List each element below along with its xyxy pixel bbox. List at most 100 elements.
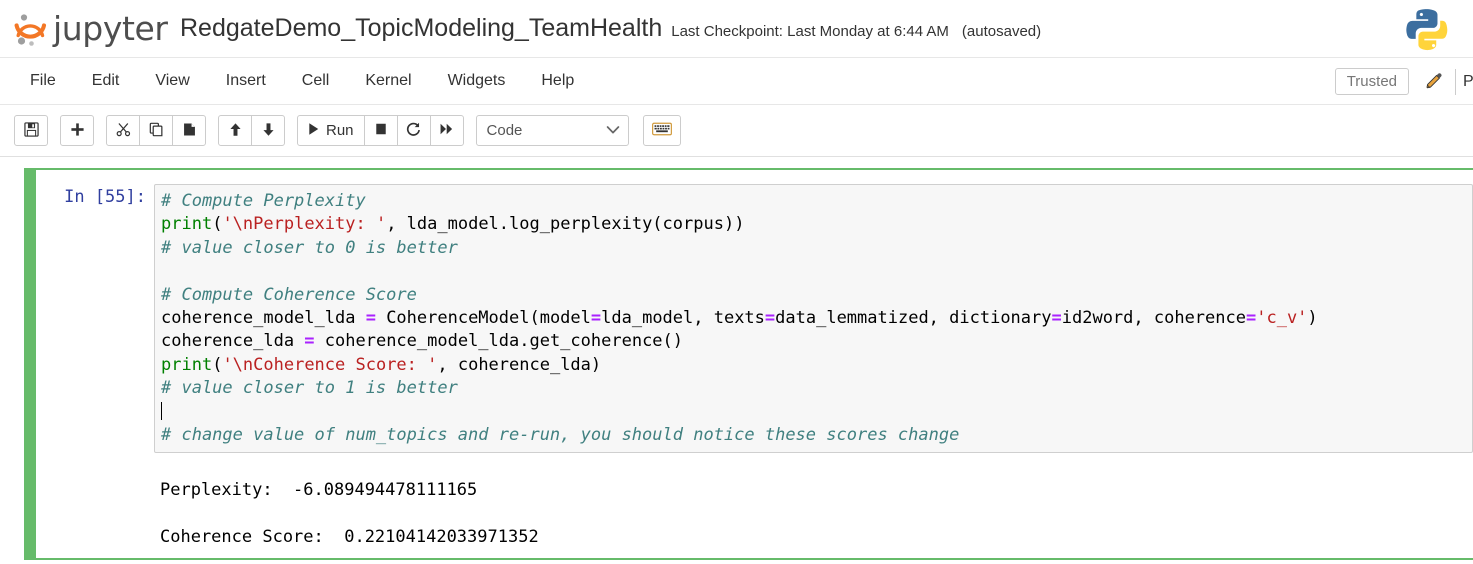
save-button[interactable] [14, 115, 48, 146]
menu-item-help[interactable]: Help [523, 66, 592, 96]
notebook-title[interactable]: RedgateDemo_TopicModeling_TeamHealth [180, 14, 662, 43]
code-line: coherence_lda = coherence_model_lda.get_… [161, 330, 1468, 353]
chevron-down-icon [606, 122, 620, 139]
code-token: CoherenceModel(model [375, 308, 591, 329]
code-line: # change value of num_topics and re-run,… [161, 424, 1468, 447]
code-line: # Compute Perplexity [161, 190, 1468, 213]
code-token: = [1245, 308, 1257, 329]
autosave-status: (autosaved) [961, 23, 1042, 40]
code-token: coherence_lda [161, 331, 305, 352]
code-token: '\nPerplexity: ' [222, 214, 387, 235]
code-token: ( [212, 354, 223, 375]
last-checkpoint-text: Last Checkpoint: Last Monday at 6:44 AM [671, 23, 949, 40]
code-token: print [161, 354, 213, 375]
code-token: , coherence_lda) [437, 354, 602, 375]
keyboard-icon [651, 122, 672, 139]
code-token: = [590, 308, 602, 329]
menu-bar: File Edit View Insert Cell Kernel Widget… [0, 58, 1473, 105]
move-cell-down-button[interactable] [251, 115, 285, 146]
code-line: # Compute Coherence Score [161, 284, 1468, 307]
paste-cells-button[interactable] [172, 115, 206, 146]
cell-type-value: Code [486, 122, 523, 139]
notebook-header: jupyter RedgateDemo_TopicModeling_TeamHe… [0, 0, 1473, 58]
code-token: = [1051, 308, 1062, 329]
jupyter-logo-icon [14, 11, 48, 47]
code-token: data_lemmatized, dictionary [775, 308, 1052, 329]
restart-kernel-button[interactable] [396, 115, 431, 146]
menu-item-widgets[interactable]: Widgets [430, 66, 524, 96]
menu-item-view[interactable]: View [137, 66, 207, 96]
fast-forward-icon [439, 122, 454, 139]
code-token: # value closer to 0 is better [161, 237, 458, 258]
trusted-badge[interactable]: Trusted [1334, 68, 1409, 95]
kernel-divider [1455, 68, 1456, 95]
play-icon [307, 122, 320, 139]
code-token: # value closer to 1 is better [161, 378, 458, 399]
stop-square-icon [374, 122, 388, 139]
command-palette-group [642, 115, 681, 146]
copy-cells-button[interactable] [139, 115, 173, 146]
code-token: , lda_model.log_perplexity(corpus)) [386, 214, 745, 235]
menu-item-cell[interactable]: Cell [284, 66, 348, 96]
arrow-up-icon [228, 122, 243, 140]
stdout-output: Perplexity: -6.089494478111165 Coherence… [154, 479, 1473, 549]
menu-item-file[interactable]: File [12, 66, 74, 96]
output-line: Perplexity: -6.089494478111165 [160, 480, 478, 501]
cell-type-select[interactable]: Code [475, 115, 629, 146]
code-token: coherence_model_lda.get_coherence() [314, 331, 684, 352]
code-line: print('\nCoherence Score: ', coherence_l… [161, 354, 1468, 377]
clipboard-group [106, 115, 206, 146]
code-token: 'c_v' [1256, 308, 1308, 329]
code-token: id2word, coherence [1061, 308, 1246, 329]
code-line: print('\nPerplexity: ', lda_model.log_pe… [161, 213, 1468, 236]
jupyter-wordmark: jupyter [53, 9, 168, 48]
jupyter-logo[interactable]: jupyter [14, 7, 168, 51]
save-group [14, 115, 48, 146]
code-token: lda_model, texts [601, 308, 765, 329]
menu-bar-right-group: Trusted P [1334, 58, 1473, 105]
menu-item-kernel[interactable]: Kernel [347, 66, 429, 96]
restart-circular-arrow-icon [406, 122, 421, 140]
open-command-palette-button[interactable] [642, 115, 681, 146]
insert-cell-below-button[interactable] [60, 115, 94, 146]
code-token: # Compute Coherence Score [161, 284, 417, 305]
code-token: = [365, 308, 376, 329]
paste-icon [182, 122, 197, 140]
pencil-icon[interactable] [1423, 71, 1445, 93]
run-button-label: Run [326, 122, 354, 139]
python-logo-icon [1403, 5, 1453, 55]
code-line: # value closer to 1 is better [161, 377, 1468, 400]
code-editor[interactable]: # Compute Perplexity print('\nPerplexity:… [154, 184, 1473, 454]
menu-item-edit[interactable]: Edit [74, 66, 138, 96]
scissors-icon [116, 122, 131, 140]
restart-and-run-all-button[interactable] [429, 115, 464, 146]
output-line: Coherence Score: 0.22104142033971352 [160, 526, 539, 547]
code-token: = [304, 331, 315, 352]
code-token: = [764, 308, 776, 329]
notebook-toolbar: Run Code [0, 105, 1473, 157]
code-source-lines: # Compute Perplexity print('\nPerplexity:… [161, 190, 1468, 447]
run-cell-button[interactable]: Run [297, 115, 365, 146]
notebook-body: In [55]: # Compute Perplexity print('\nPe… [0, 157, 1473, 563]
code-token: coherence_model_lda [161, 308, 366, 329]
input-prompt-label: In [55]: [64, 187, 146, 207]
code-line [161, 401, 1468, 424]
copy-icon [149, 122, 164, 140]
interrupt-kernel-button[interactable] [363, 115, 398, 146]
arrow-down-icon [261, 122, 276, 140]
kernel-indicator[interactable]: P [1463, 73, 1473, 91]
code-line: coherence_model_lda = CoherenceModel(mod… [161, 307, 1468, 330]
code-token: ( [212, 214, 223, 235]
menu-item-insert[interactable]: Insert [208, 66, 284, 96]
cut-cells-button[interactable] [106, 115, 140, 146]
code-cell-selected[interactable]: In [55]: # Compute Perplexity print('\nPe… [24, 168, 1473, 560]
cell-output-row: Perplexity: -6.089494478111165 Coherence… [36, 453, 1473, 549]
move-cell-group [218, 115, 285, 146]
move-cell-up-button[interactable] [218, 115, 252, 146]
insert-cell-group [60, 115, 94, 146]
code-token: ) [1307, 308, 1318, 329]
floppy-disk-icon [23, 121, 39, 140]
text-cursor [161, 401, 162, 420]
cell-input-row: In [55]: # Compute Perplexity print('\nPe… [36, 178, 1473, 454]
